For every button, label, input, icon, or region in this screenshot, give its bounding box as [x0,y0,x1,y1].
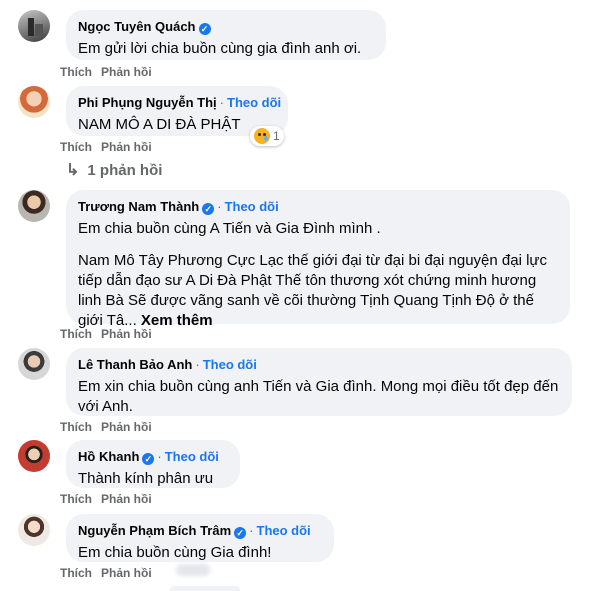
verified-badge-icon: ✓ [202,203,215,215]
reaction-count: 1 [273,129,280,143]
like-button[interactable]: Thích [60,65,92,79]
commenter-name[interactable]: Trương Nam Thành [78,199,199,214]
comment-text: NAM MÔ A DI ĐÀ PHẬT [78,116,241,133]
comment-actions: Thích Phản hồi [60,420,161,434]
comment-text: Em gửi lời chia buồn cùng gia đình anh ơ… [78,40,362,57]
verified-badge-icon: ✓ [142,453,155,465]
comment-actions: Thích Phản hồi [60,327,161,341]
avatar-photo-icon [28,18,43,36]
reaction-summary[interactable]: 1 [250,126,284,146]
avatar[interactable] [18,86,50,118]
commenter-name[interactable]: Phi Phụng Nguyễn Thị [78,95,217,110]
comment-bubble: Lê Thanh Bảo Anh · Theo dõi Em xin chia bu… [66,348,572,416]
avatar[interactable] [18,348,50,380]
commenter-name[interactable]: Nguyễn Phạm Bích Trâm [78,523,231,538]
like-button[interactable]: Thích [60,327,92,341]
comment-bubble: Hồ Khanh ✓ · Theo dõi Thành kính phân ưu [66,440,240,488]
commenter-name[interactable]: Ngọc Tuyên Quách [78,19,196,34]
reply-button[interactable]: Phản hồi [101,492,152,506]
reply-arrow-icon: ↳ [66,162,80,179]
avatar[interactable] [18,514,50,546]
comment-bubble: Ngọc Tuyên Quách ✓ Em gửi lời chia buồn c… [66,10,386,60]
follow-button[interactable]: Theo dõi [257,523,311,538]
comment-actions: Thích Phản hồi [60,492,161,506]
comment-actions: Thích Phản hồi [60,566,161,580]
replies-count: 1 phản hồi [87,161,163,179]
comment-bubble: Trương Nam Thành ✓ · Theo dõi Em chia buồn … [66,190,570,329]
comment-actions: Thích Phản hồi [60,140,161,154]
comment-text-continued: Nam Mô Tây Phương Cực Lạc thế giới đại t… [78,251,558,331]
like-button[interactable]: Thích [60,140,92,154]
comment-text: Em chia buồn cùng Gia đình! [78,544,272,561]
like-button[interactable]: Thích [60,492,92,506]
avatar[interactable] [18,190,50,222]
reply-button[interactable]: Phản hồi [101,566,152,580]
blurred-timestamp [176,564,210,576]
comment-text: Em xin chia buồn cùng anh Tiến và Gia đì… [78,378,559,415]
verified-badge-icon: ✓ [234,527,247,539]
comment-text: Em chia buồn cùng A Tiến và Gia Đình mìn… [78,220,381,237]
verified-badge-icon: ✓ [198,23,211,35]
like-button[interactable]: Thích [60,566,92,580]
commenter-name[interactable]: Lê Thanh Bảo Anh [78,357,192,372]
avatar[interactable] [18,440,50,472]
reply-button[interactable]: Phản hồi [101,140,152,154]
follow-button[interactable]: Theo dõi [203,357,257,372]
comment-bubble: Nguyễn Phạm Bích Trâm ✓ · Theo dõi Em chia … [66,514,334,562]
follow-button[interactable]: Theo dõi [227,95,281,110]
like-button[interactable]: Thích [60,420,92,434]
reply-button[interactable]: Phản hồi [101,420,152,434]
reply-button[interactable]: Phản hồi [101,327,152,341]
next-comment-cutoff [170,586,240,591]
follow-button[interactable]: Theo dõi [165,449,219,464]
comment-text: Thành kính phân ưu [78,470,214,487]
comment-actions: Thích Phản hồi [60,65,161,79]
reply-button[interactable]: Phản hồi [101,65,152,79]
sad-cry-icon [254,128,270,144]
commenter-name[interactable]: Hồ Khanh [78,449,139,464]
follow-button[interactable]: Theo dõi [225,199,279,214]
avatar[interactable] [18,10,50,42]
view-replies-link[interactable]: ↳ 1 phản hồi [66,160,162,180]
